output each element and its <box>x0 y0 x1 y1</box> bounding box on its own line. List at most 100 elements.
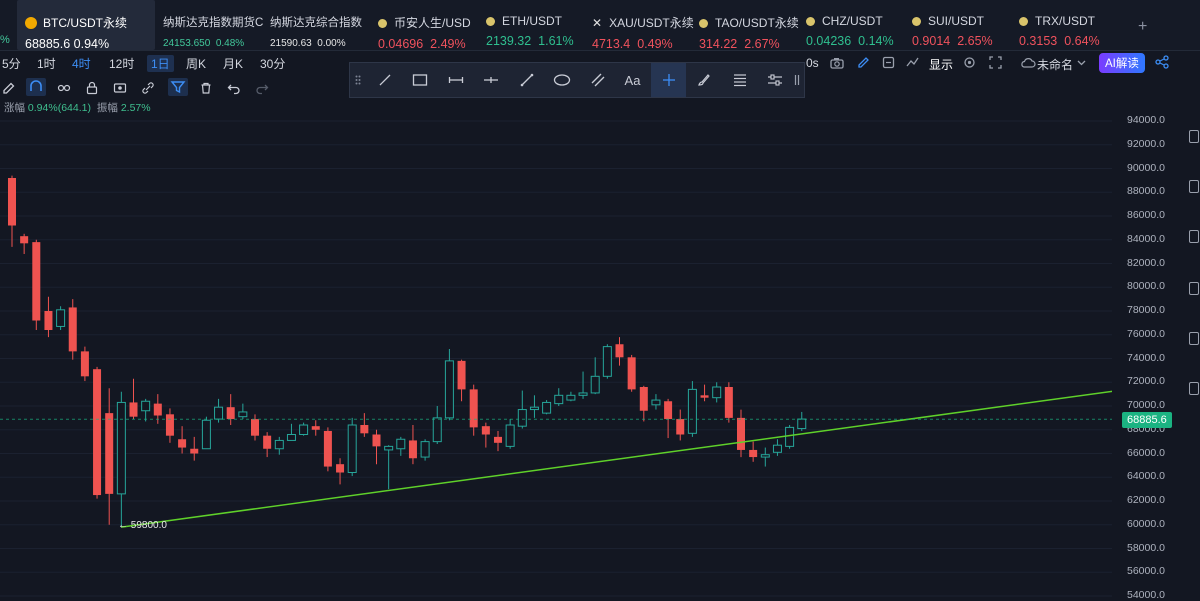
ticker-change: 0.64% <box>1064 34 1100 48</box>
alert-icon[interactable] <box>1189 180 1199 193</box>
interval-4h[interactable]: 4时 <box>72 55 91 72</box>
interval-month[interactable]: 月K <box>223 55 243 72</box>
candle-body <box>116 401 126 495</box>
layout-name[interactable]: 未命名 <box>1037 56 1073 73</box>
price-tick-label: 54000.0 <box>1127 589 1165 601</box>
parallel-channel-tool-icon[interactable] <box>580 63 615 97</box>
drag-handle-icon[interactable] <box>350 63 366 97</box>
price-tick-label: 76000.0 <box>1127 327 1165 340</box>
crosshair-tool-icon[interactable] <box>651 63 686 97</box>
candle-body <box>772 444 782 453</box>
drawing-toolbar: Aa <box>349 62 805 98</box>
candle-body <box>178 439 187 448</box>
candle-body <box>311 426 320 430</box>
candle-body <box>797 418 807 430</box>
chevron-down-icon[interactable] <box>1077 60 1086 66</box>
help-icon[interactable] <box>1189 382 1199 395</box>
pencil-icon[interactable] <box>2 81 16 95</box>
horizontal-line-tool-icon[interactable] <box>473 63 508 97</box>
tool-settings-icon[interactable] <box>757 63 792 97</box>
settings-icon[interactable] <box>963 56 976 69</box>
trend-line-tool-icon[interactable] <box>509 63 544 97</box>
camera-icon[interactable] <box>830 57 844 69</box>
measure-icon[interactable] <box>57 81 71 95</box>
candle-body <box>214 406 224 420</box>
ticker-price: 68885.6 <box>25 37 71 51</box>
candle-body <box>93 369 102 496</box>
interval-1d[interactable]: 1日 <box>147 55 174 72</box>
price-tick-label: 86000.0 <box>1127 209 1165 221</box>
candle-body <box>323 430 332 467</box>
ticker-name: CHZ/USDT <box>822 14 883 28</box>
price-tick-label: 92000.0 <box>1127 137 1165 150</box>
price-tick-label: 88000.0 <box>1127 185 1165 198</box>
price-tick-label: 80000.0 <box>1127 280 1165 293</box>
interval-fragment: 0s <box>806 56 819 70</box>
ticker-nasdaq-futures[interactable]: 纳斯达克指数期货C 24153.650 0.48% <box>163 0 263 50</box>
link-icon[interactable] <box>141 81 155 95</box>
ellipse-tool-icon[interactable] <box>544 63 579 97</box>
candle-body <box>457 360 466 390</box>
magnet-icon[interactable] <box>26 78 46 96</box>
ticker-nasdaq-composite[interactable]: 纳斯达克综合指数 21590.63 0.00% <box>270 0 365 50</box>
interval-30m[interactable]: 30分 <box>260 55 285 72</box>
ticker-eth[interactable]: ETH/USDT 2139.32 1.61% <box>486 0 586 50</box>
ticker-change: 2.67% <box>744 37 780 51</box>
candle-body <box>664 401 673 420</box>
add-symbol-button[interactable]: + <box>1138 18 1147 36</box>
ticker-xau[interactable]: ✕ XAU/USDT永续 4713.4 0.49% <box>592 0 694 51</box>
horizontal-ray-tool-icon[interactable] <box>438 63 473 97</box>
fib-tool-icon[interactable] <box>722 63 757 97</box>
eye-icon[interactable] <box>113 81 127 95</box>
price-tick-label: 74000.0 <box>1127 351 1165 364</box>
share-icon[interactable] <box>1155 55 1169 69</box>
edit-icon[interactable] <box>857 56 870 69</box>
fullscreen-icon[interactable] <box>989 56 1002 69</box>
ticker-bar: % BTC/USDT永续 68885.6 0.94% 纳斯达克指数期货C 241… <box>0 0 1200 51</box>
ticker-chz[interactable]: CHZ/USDT 0.04236 0.14% <box>806 0 906 50</box>
close-icon[interactable]: ✕ <box>592 16 602 30</box>
interval-1h[interactable]: 1时 <box>37 55 56 72</box>
price-tick-label: 62000.0 <box>1127 494 1165 506</box>
news-icon[interactable] <box>1189 230 1199 243</box>
ticker-trx[interactable]: TRX/USDT 0.3153 0.64% <box>1019 0 1119 50</box>
candle-body <box>785 426 795 447</box>
ticker-sui[interactable]: SUI/USDT 0.9014 2.65% <box>912 0 1012 50</box>
display-button[interactable]: 显示 <box>929 56 953 73</box>
ai-interpret-button[interactable]: AI解读 <box>1099 53 1145 73</box>
ticker-binance-life[interactable]: 币安人生/USD 0.04696 2.49% <box>378 0 478 51</box>
candle-body <box>724 387 733 418</box>
candle-body <box>494 436 502 443</box>
candle-body <box>615 344 624 358</box>
interval-12h[interactable]: 12时 <box>109 55 134 72</box>
indicator-icon[interactable] <box>906 56 919 69</box>
lock-icon[interactable] <box>85 81 99 95</box>
candle-body <box>444 360 454 419</box>
filter-icon[interactable] <box>168 78 188 96</box>
data-window-icon[interactable] <box>1189 332 1199 345</box>
brush-tool-icon[interactable] <box>686 63 721 97</box>
calculator-icon[interactable] <box>882 56 895 69</box>
watchlist-icon[interactable] <box>1189 130 1199 143</box>
ticker-btc[interactable]: BTC/USDT永续 68885.6 0.94% <box>17 0 155 51</box>
candle-body <box>578 392 588 396</box>
trash-icon[interactable] <box>199 81 213 95</box>
calendar-icon[interactable] <box>1189 282 1199 295</box>
interval-5m[interactable]: 5分 <box>2 55 21 72</box>
rectangle-tool-icon[interactable] <box>402 63 437 97</box>
interval-week[interactable]: 周K <box>186 55 206 72</box>
line-tool-icon[interactable] <box>367 63 402 97</box>
candle-body <box>44 311 53 330</box>
ticker-name: TRX/USDT <box>1035 14 1095 28</box>
ticker-tao[interactable]: TAO/USDT永续 314.22 2.67% <box>699 0 799 51</box>
ticker-price: 4713.4 <box>592 37 631 51</box>
candle-body <box>286 434 296 441</box>
candle-body <box>105 413 114 494</box>
text-tool-icon[interactable]: Aa <box>615 63 650 97</box>
redo-icon[interactable] <box>255 81 269 95</box>
ticker-price: 24153.650 <box>163 38 211 49</box>
collapse-handle-icon[interactable] <box>790 63 804 97</box>
drawing-shortcuts <box>0 75 300 99</box>
undo-icon[interactable] <box>227 81 241 95</box>
candle-body <box>141 400 151 412</box>
